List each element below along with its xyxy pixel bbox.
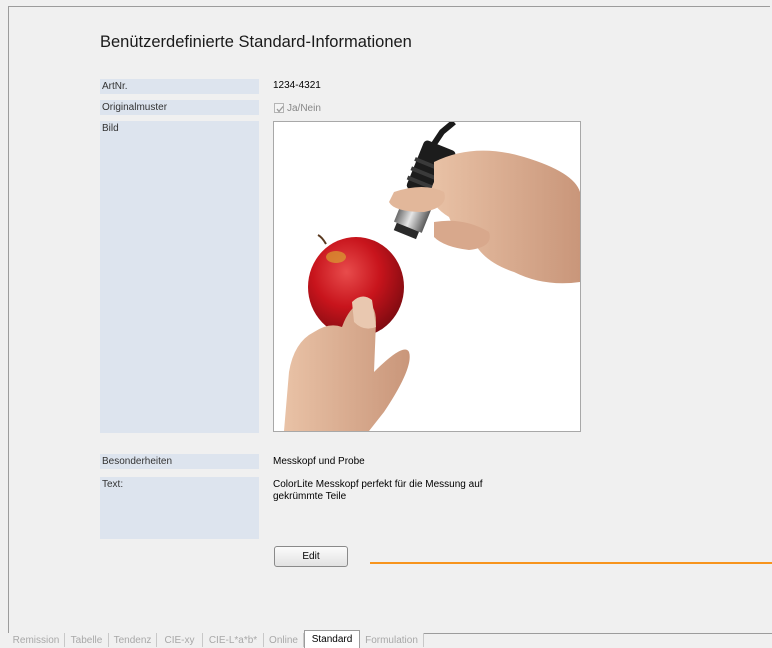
tab-tendenz[interactable]: Tendenz — [109, 633, 157, 647]
originalmuster-checkbox-label: Ja/Nein — [287, 102, 321, 114]
originalmuster-checkbox[interactable] — [274, 103, 284, 113]
standard-image — [273, 121, 581, 432]
tab-tabelle[interactable]: Tabelle — [65, 633, 109, 647]
art-nr-value: 1234-4321 — [273, 80, 321, 91]
page-title: Benützerdefinierte Standard-Informatione… — [100, 33, 412, 51]
apple-measurement-photo — [284, 122, 580, 431]
text-value-line-2: gekrümmte Teile — [273, 491, 347, 502]
besonderheiten-label: Besonderheiten — [100, 454, 259, 469]
tab-cie-lab[interactable]: CIE-L*a*b* — [203, 633, 264, 647]
originalmuster-label: Originalmuster — [100, 100, 259, 115]
art-nr-label: ArtNr. — [100, 79, 259, 94]
tab-standard[interactable]: Standard — [304, 630, 360, 648]
besonderheiten-value: Messkopf und Probe — [273, 456, 365, 467]
text-label: Text: — [100, 477, 259, 539]
text-value: ColorLite Messkopf perfekt für die Messu… — [273, 479, 513, 503]
edit-button[interactable]: Edit — [274, 546, 348, 567]
accent-divider — [370, 562, 772, 564]
tab-formulation[interactable]: Formulation — [360, 633, 424, 647]
bild-label: Bild — [100, 121, 259, 433]
text-value-line-1: ColorLite Messkopf perfekt für die Messu… — [273, 479, 483, 490]
tab-online[interactable]: Online — [264, 633, 304, 647]
tab-remission[interactable]: Remission — [8, 633, 65, 647]
checkmark-icon — [276, 106, 284, 113]
tab-cie-xy[interactable]: CIE-xy — [157, 633, 203, 647]
originalmuster-checkbox-row[interactable]: Ja/Nein — [274, 101, 321, 115]
tab-bar: Remission Tabelle Tendenz CIE-xy CIE-L*a… — [8, 630, 772, 648]
